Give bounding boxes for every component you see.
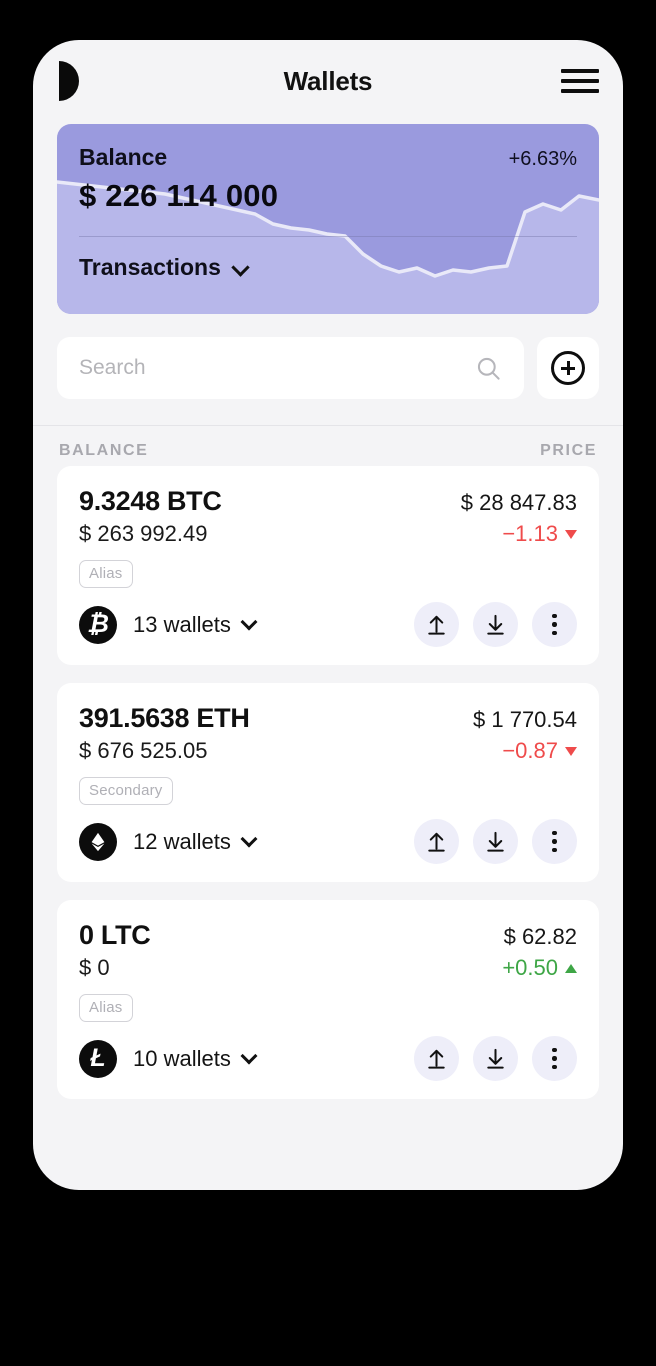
asset-amount: 391.5638 ETH [79,703,250,733]
bitcoin-glyph: ₿ [87,610,109,638]
search-row [57,337,599,399]
ethereum-glyph [91,832,105,851]
send-button[interactable] [414,1036,459,1081]
asset-delta: −0.87 [502,738,577,764]
send-button[interactable] [414,819,459,864]
arrow-down-receive-icon [487,614,504,635]
asset-actions [414,602,577,647]
wallets-count: 10 wallets [133,1045,231,1071]
asset-fiat-value: $ 676 525.05 [79,738,208,763]
asset-price: $ 1 770.54 [473,707,577,732]
wallets-expand-toggle[interactable] [242,1050,255,1068]
wallets-count: 13 wallets [133,611,231,637]
asset-card-btc[interactable]: 9.3248 BTC $ 28 847.83 $ 263 992.49 −1.1… [57,466,599,665]
search-box[interactable] [57,337,524,399]
balance-divider [79,236,577,237]
arrow-up-send-icon [428,832,445,852]
chevron-down-icon [242,616,255,629]
triangle-up-icon [565,963,577,973]
asset-tag: Alias [79,560,133,588]
asset-price: $ 62.82 [503,924,577,949]
asset-price: $ 28 847.83 [460,490,577,515]
chevron-down-icon [242,833,255,846]
more-vertical-icon [552,1047,557,1070]
balance-amount: $ 226 114 000 [79,178,279,213]
balance-card[interactable]: Balance +6.63% $ 226 114 000 Transaction… [57,124,599,314]
asset-card-ltc[interactable]: 0 LTC $ 62.82 $ 0 +0.50 Alias Ł 10 walle… [57,900,599,1099]
transactions-toggle[interactable]: Transactions [79,254,248,281]
wallets-expand-toggle[interactable] [242,616,255,634]
triangle-down-icon [565,746,577,756]
app-header: Wallets [33,40,623,122]
receive-button[interactable] [473,819,518,864]
asset-tag: Alias [79,994,133,1022]
column-header-balance: BALANCE [59,442,149,459]
plus-circle-icon [551,351,585,385]
chevron-down-icon [233,260,248,275]
phone-frame: Wallets Balance +6.63% $ 226 114 000 Tra… [33,40,623,1190]
chevron-down-icon [242,1050,255,1063]
arrow-down-receive-icon [487,1048,504,1069]
hamburger-menu-icon[interactable] [561,66,599,96]
receive-button[interactable] [473,602,518,647]
litecoin-glyph: Ł [90,1044,106,1072]
arrow-down-receive-icon [487,831,504,852]
asset-card-eth[interactable]: 391.5638 ETH $ 1 770.54 $ 676 525.05 −0.… [57,683,599,882]
asset-delta: +0.50 [502,955,577,981]
asset-fiat-value: $ 263 992.49 [79,521,208,546]
bitcoin-icon: ₿ [79,605,117,644]
column-header-price: PRICE [540,442,597,459]
more-vertical-icon [552,830,557,853]
transactions-label: Transactions [79,254,221,280]
asset-amount: 0 LTC [79,920,151,950]
asset-list: 9.3248 BTC $ 28 847.83 $ 263 992.49 −1.1… [33,466,623,1099]
more-options-button[interactable] [532,1036,577,1081]
wallets-expand-toggle[interactable] [242,833,255,851]
send-button[interactable] [414,602,459,647]
search-icon[interactable] [475,355,502,382]
asset-delta: −1.13 [502,521,577,547]
wallets-count: 12 wallets [133,828,231,854]
asset-actions [414,819,577,864]
search-input[interactable] [79,356,475,380]
more-options-button[interactable] [532,819,577,864]
arrow-up-send-icon [428,1049,445,1069]
balance-label: Balance [79,144,168,170]
more-vertical-icon [552,613,557,636]
asset-delta-value: +0.50 [502,955,558,980]
page-title: Wallets [283,65,373,96]
list-column-headers: BALANCE PRICE [33,425,623,466]
receive-button[interactable] [473,1036,518,1081]
asset-fiat-value: $ 0 [79,955,110,980]
brand-d-logo-icon[interactable] [53,59,83,103]
ethereum-icon [79,822,117,861]
asset-amount: 9.3248 BTC [79,486,222,516]
litecoin-icon: Ł [79,1039,117,1078]
triangle-down-icon [565,529,577,539]
asset-actions [414,1036,577,1081]
more-options-button[interactable] [532,602,577,647]
asset-delta-value: −0.87 [502,738,558,763]
arrow-up-send-icon [428,615,445,635]
add-wallet-button[interactable] [537,337,599,399]
asset-delta-value: −1.13 [502,521,558,546]
balance-change-percent: +6.63% [508,148,577,170]
asset-tag: Secondary [79,777,173,805]
